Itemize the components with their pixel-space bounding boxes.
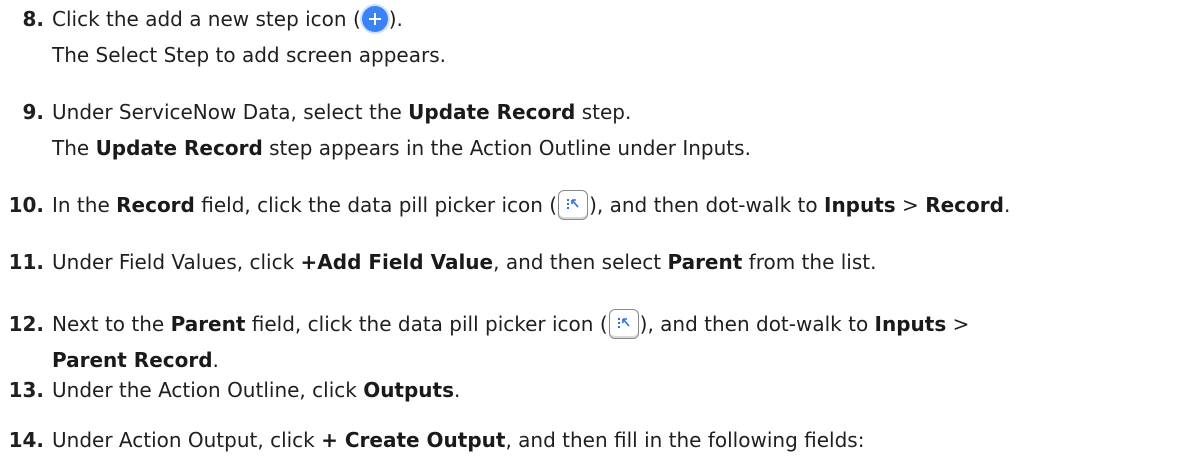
step-text-line: In the Record field, click the data pill… <box>52 188 1010 222</box>
ui-term: Outputs <box>363 378 455 402</box>
text-segment: , and then fill in the following fields: <box>505 428 865 452</box>
add-step-icon <box>361 6 388 32</box>
step-number: 8. <box>22 7 44 31</box>
text-segment: Under the Action Outline, click <box>52 378 364 402</box>
ui-term: Parent <box>170 312 246 336</box>
ui-term: Record <box>116 193 195 217</box>
step-text-line: Under the Action Outline, click Outputs. <box>52 373 460 407</box>
text-segment: Under Field Values, click <box>52 250 301 274</box>
ui-term: Parent Record <box>52 348 213 372</box>
text-segment: ), and then dot-walk to <box>589 193 824 217</box>
text-segment: , and then select <box>493 250 668 274</box>
text-segment: The <box>52 136 96 160</box>
text-segment: step. <box>575 100 632 124</box>
text-segment: . <box>1003 193 1011 217</box>
text-segment: The Select Step to add screen appears. <box>52 43 446 67</box>
step-number: 14. <box>8 428 44 452</box>
step-text-line: The Update Record step appears in the Ac… <box>52 131 751 165</box>
data-pill-picker-icon <box>608 309 639 339</box>
step-number: 10. <box>8 193 44 217</box>
step-text-line: Click the add a new step icon (). <box>52 2 403 36</box>
ui-term: Inputs <box>824 193 896 217</box>
ui-term: +Add Field Value <box>300 250 494 274</box>
text-segment: > <box>895 193 926 217</box>
step-number: 11. <box>8 250 44 274</box>
text-segment: Under Action Output, click <box>52 428 322 452</box>
text-segment: ), and then dot-walk to <box>639 312 875 336</box>
text-segment: . <box>454 378 461 402</box>
text-segment: field, click the data pill picker icon ( <box>194 193 558 217</box>
step-text-line: Under Action Output, click + Create Outp… <box>52 423 864 457</box>
ui-term: + Create Output <box>321 428 506 452</box>
step-text-line: Under Field Values, click +Add Field Val… <box>52 245 876 279</box>
ui-term: Update Record <box>95 136 263 160</box>
text-segment: . <box>212 348 219 372</box>
text-segment: Under ServiceNow Data, select the <box>52 100 409 124</box>
text-segment: field, click the data pill picker icon ( <box>245 312 608 336</box>
step-text-line: Next to the Parent field, click the data… <box>52 307 969 341</box>
data-pill-picker-icon <box>558 190 589 220</box>
text-segment: > <box>946 312 970 336</box>
text-segment: step appears in the Action Outline under… <box>262 136 751 160</box>
text-segment: Click the add a new step icon ( <box>52 7 361 31</box>
step-text-line: Parent Record. <box>52 343 219 377</box>
step-number: 9. <box>22 100 44 124</box>
step-text-line: The Select Step to add screen appears. <box>52 38 446 72</box>
step-number: 12. <box>8 312 44 336</box>
text-segment: In the <box>52 193 117 217</box>
ui-term: Inputs <box>874 312 947 336</box>
text-segment: ). <box>388 7 403 31</box>
ui-term: Update Record <box>408 100 576 124</box>
ui-term: Record <box>925 193 1004 217</box>
ui-term: Parent <box>667 250 743 274</box>
text-segment: from the list. <box>742 250 877 274</box>
text-segment: Next to the <box>52 312 171 336</box>
step-number: 13. <box>8 378 44 402</box>
step-text-line: Under ServiceNow Data, select the Update… <box>52 95 631 129</box>
